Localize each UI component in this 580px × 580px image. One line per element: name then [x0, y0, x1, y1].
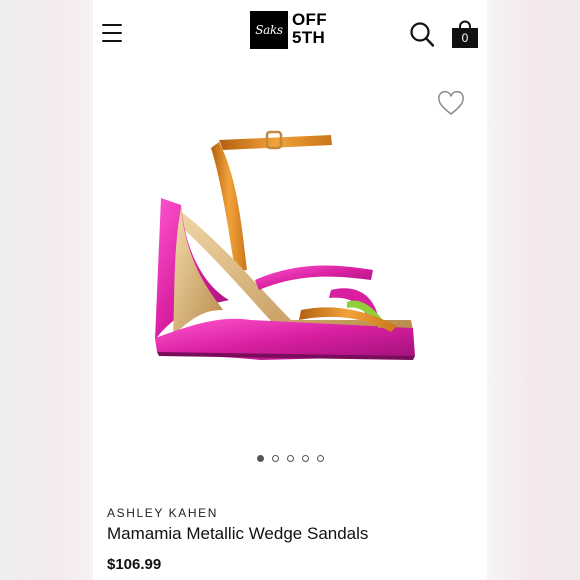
logo-wordmark: OFF 5TH [292, 11, 334, 47]
search-icon[interactable] [409, 21, 435, 48]
carousel-dot-3[interactable] [286, 455, 294, 462]
logo-line-2: 5TH [292, 28, 326, 47]
image-carousel-dots [93, 455, 487, 467]
carousel-dot-2[interactable] [271, 455, 279, 462]
heart-icon[interactable] [437, 90, 465, 117]
product-page: Saks OFF 5TH 0 ASHLEY KAHEN Mamamia Meta… [93, 0, 487, 580]
carousel-dot-4[interactable] [301, 455, 309, 462]
product-title: Mamamia Metallic Wedge Sandals [107, 524, 369, 543]
logo-mark: Saks [250, 11, 288, 49]
logo-script-text: Saks [255, 23, 283, 37]
carousel-dot-5[interactable] [316, 455, 324, 462]
background-right [487, 0, 580, 580]
logo-line-1: OFF [292, 10, 327, 29]
product-brand[interactable]: ASHLEY KAHEN [107, 506, 218, 520]
hamburger-menu-icon[interactable] [102, 24, 122, 42]
background-left [0, 0, 93, 580]
product-image[interactable] [151, 120, 431, 380]
shopping-bag-icon[interactable]: 0 [451, 19, 481, 49]
carousel-dot-1[interactable] [256, 455, 264, 462]
product-price: $106.99 [107, 556, 162, 573]
saks-off-5th-logo[interactable]: Saks OFF 5TH [250, 11, 332, 49]
cart-count-badge: 0 [461, 31, 469, 45]
